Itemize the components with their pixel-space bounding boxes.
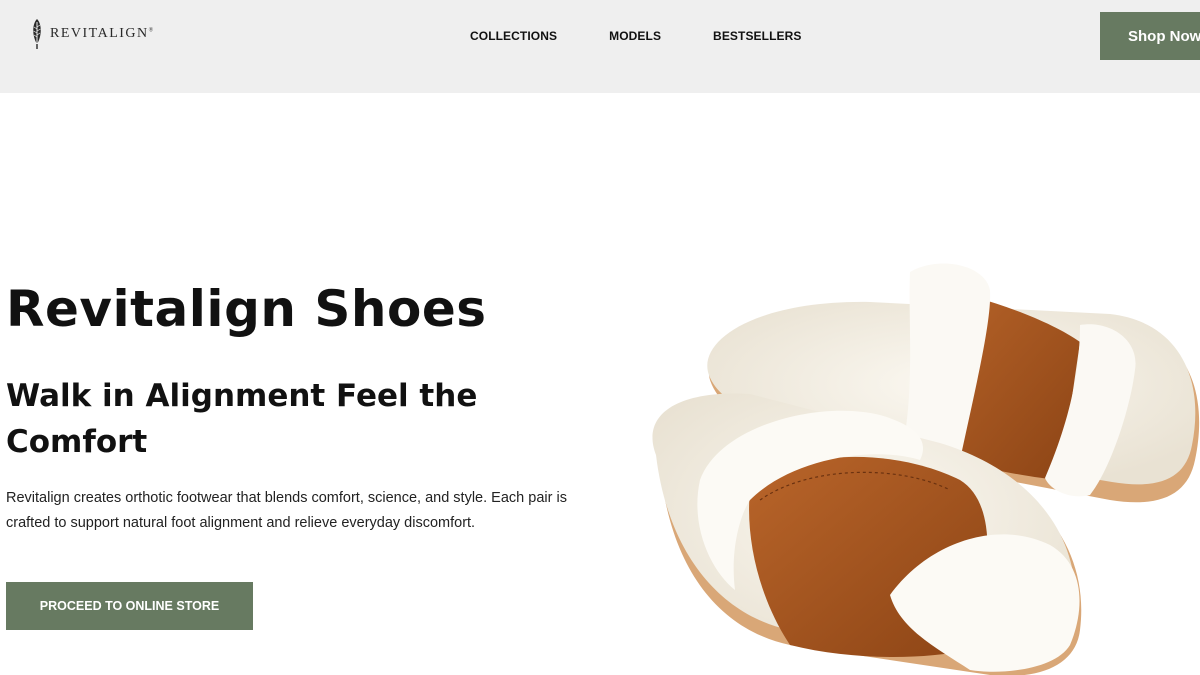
feather-logo-icon	[33, 19, 41, 49]
nav-item-collections[interactable]: COLLECTIONS	[470, 29, 557, 43]
brand-logo[interactable]: REVITALIGN®	[30, 18, 155, 50]
hero-description: Revitalign creates orthotic footwear tha…	[6, 490, 567, 531]
brand-name: REVITALIGN®	[50, 26, 155, 41]
hero-title: Revitalign Shoes	[6, 280, 487, 338]
product-image-slippers	[640, 250, 1200, 675]
hero-subtitle: Walk in Alignment Feel the Comfort	[6, 378, 478, 460]
proceed-to-store-button[interactable]: PROCEED TO ONLINE STORE	[6, 582, 253, 630]
nav-item-bestsellers[interactable]: BESTSELLERS	[713, 29, 801, 43]
nav-item-models[interactable]: MODELS	[609, 29, 661, 43]
main-nav: COLLECTIONS MODELS BESTSELLERS	[470, 29, 802, 43]
slippers-illustration	[652, 263, 1200, 675]
site-header: REVITALIGN® COLLECTIONS MODELS BESTSELLE…	[0, 0, 1200, 93]
shop-now-button[interactable]: Shop Now	[1100, 12, 1200, 60]
